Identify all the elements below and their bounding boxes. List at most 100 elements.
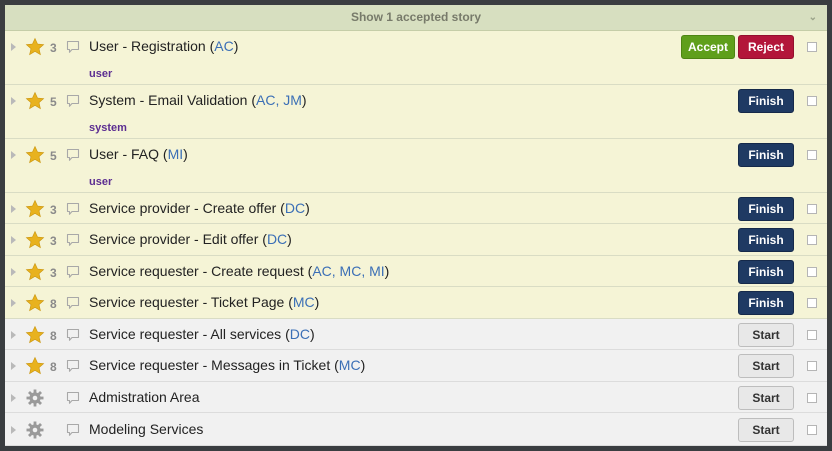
comment-icon[interactable] — [66, 328, 80, 342]
select-checkbox[interactable] — [807, 235, 817, 245]
star-icon[interactable] — [25, 199, 45, 219]
story-row: 5 User - FAQ (MI) user Finish — [5, 139, 827, 193]
comment-icon[interactable] — [66, 359, 80, 373]
select-checkbox[interactable] — [807, 330, 817, 340]
story-title[interactable]: User - FAQ (MI) — [89, 146, 188, 162]
comment-icon[interactable] — [66, 202, 80, 216]
story-label[interactable]: user — [89, 176, 112, 188]
story-owners[interactable]: DC — [285, 200, 305, 216]
owners-close-paren: ) — [305, 200, 310, 216]
start-button[interactable]: Start — [738, 323, 794, 347]
story-title[interactable]: Admistration Area — [89, 389, 200, 405]
select-checkbox[interactable] — [807, 267, 817, 277]
story-owners[interactable]: MI — [168, 146, 184, 162]
star-icon[interactable] — [25, 230, 45, 250]
story-title[interactable]: Service requester - Ticket Page (MC) — [89, 294, 319, 310]
show-accepted-bar[interactable]: Show 1 accepted story ⌄ — [5, 5, 827, 31]
owners-open-paren: ( — [258, 231, 267, 247]
owners-close-paren: ) — [360, 357, 366, 373]
expand-arrow-icon[interactable] — [11, 268, 16, 276]
story-title-text: User - Registration — [89, 38, 206, 54]
select-checkbox[interactable] — [807, 425, 817, 435]
expand-arrow-icon[interactable] — [11, 394, 16, 402]
story-title-text: Modeling Services — [89, 421, 204, 437]
story-title[interactable]: System - Email Validation (AC, JM) — [89, 92, 307, 108]
select-checkbox[interactable] — [807, 393, 817, 403]
story-estimate: 8 — [50, 360, 57, 374]
story-label[interactable]: system — [89, 122, 127, 134]
select-checkbox[interactable] — [807, 361, 817, 371]
start-button[interactable]: Start — [738, 386, 794, 410]
star-icon[interactable] — [25, 356, 45, 376]
comment-icon[interactable] — [66, 233, 80, 247]
finish-button[interactable]: Finish — [738, 291, 794, 315]
star-icon[interactable] — [25, 145, 45, 165]
select-checkbox[interactable] — [807, 96, 817, 106]
finish-button[interactable]: Finish — [738, 143, 794, 167]
story-owners[interactable]: AC, JM — [256, 92, 302, 108]
finish-button[interactable]: Finish — [738, 197, 794, 221]
star-icon[interactable] — [25, 262, 45, 282]
comment-icon[interactable] — [66, 40, 80, 54]
select-checkbox[interactable] — [807, 204, 817, 214]
story-estimate: 3 — [50, 234, 57, 248]
expand-arrow-icon[interactable] — [11, 151, 16, 159]
star-icon[interactable] — [25, 293, 45, 313]
start-button[interactable]: Start — [738, 354, 794, 378]
expand-arrow-icon[interactable] — [11, 43, 16, 51]
star-icon[interactable] — [25, 91, 45, 111]
comment-icon[interactable] — [66, 148, 80, 162]
expand-arrow-icon[interactable] — [11, 426, 16, 434]
comment-icon[interactable] — [66, 423, 80, 437]
story-owners[interactable]: AC — [214, 38, 233, 54]
owners-open-paren: ( — [284, 294, 293, 310]
owners-close-paren: ) — [287, 231, 292, 247]
expand-arrow-icon[interactable] — [11, 362, 16, 370]
story-title[interactable]: Service requester - Messages in Ticket (… — [89, 357, 365, 373]
comment-icon[interactable] — [66, 296, 80, 310]
star-icon[interactable] — [25, 37, 45, 57]
comment-icon[interactable] — [66, 391, 80, 405]
owners-open-paren: ( — [276, 200, 285, 216]
accept-button[interactable]: Accept — [681, 35, 735, 59]
star-icon[interactable] — [25, 325, 45, 345]
chevron-down-icon[interactable]: ⌄ — [809, 5, 817, 30]
story-row: 5 System - Email Validation (AC, JM) syste… — [5, 85, 827, 139]
story-title-text: Service requester - Messages in Ticket — [89, 357, 331, 373]
expand-arrow-icon[interactable] — [11, 331, 16, 339]
comment-icon[interactable] — [66, 94, 80, 108]
finish-button[interactable]: Finish — [738, 260, 794, 284]
story-owners[interactable]: MC — [293, 294, 315, 310]
show-accepted-label[interactable]: Show 1 accepted story — [351, 10, 481, 24]
story-owners[interactable]: MC — [339, 357, 361, 373]
start-button[interactable]: Start — [738, 418, 794, 442]
story-estimate: 5 — [50, 95, 57, 109]
expand-arrow-icon[interactable] — [11, 236, 16, 244]
story-owners[interactable]: DC — [267, 231, 287, 247]
finish-button[interactable]: Finish — [738, 89, 794, 113]
comment-icon[interactable] — [66, 265, 80, 279]
select-checkbox[interactable] — [807, 298, 817, 308]
story-title[interactable]: User - Registration (AC) — [89, 38, 238, 54]
story-owners[interactable]: DC — [290, 326, 310, 342]
story-title[interactable]: Service requester - All services (DC) — [89, 326, 315, 342]
story-title[interactable]: Service requester - Create request (AC, … — [89, 263, 389, 279]
story-title-text: Service requester - All services — [89, 326, 282, 342]
reject-button[interactable]: Reject — [738, 35, 794, 59]
story-owners[interactable]: AC, MC, MI — [312, 263, 384, 279]
select-checkbox[interactable] — [807, 42, 817, 52]
gear-icon — [26, 421, 44, 439]
story-title[interactable]: Service provider - Create offer (DC) — [89, 200, 310, 216]
story-title-text: Service provider - Edit offer — [89, 231, 259, 247]
story-title-text: User - FAQ — [89, 146, 160, 162]
story-label[interactable]: user — [89, 68, 112, 80]
story-title[interactable]: Service provider - Edit offer (DC) — [89, 231, 292, 247]
expand-arrow-icon[interactable] — [11, 299, 16, 307]
select-checkbox[interactable] — [807, 150, 817, 160]
story-title-text: Admistration Area — [89, 389, 200, 405]
story-row: 3 User - Registration (AC) user Accept Rejec… — [5, 31, 827, 85]
expand-arrow-icon[interactable] — [11, 97, 16, 105]
story-title[interactable]: Modeling Services — [89, 421, 203, 437]
finish-button[interactable]: Finish — [738, 228, 794, 252]
expand-arrow-icon[interactable] — [11, 205, 16, 213]
